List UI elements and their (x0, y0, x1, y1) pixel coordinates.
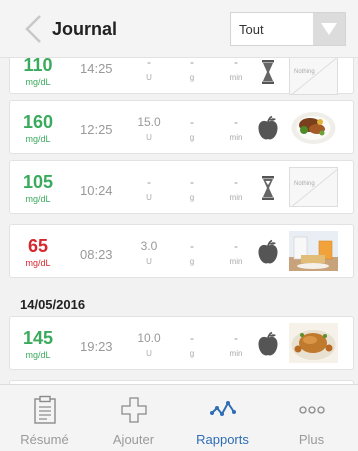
carbs-value: -g (189, 115, 195, 142)
activity-value: - min (229, 239, 243, 266)
hourglass-icon (262, 176, 274, 200)
insulin-value: -U (146, 58, 152, 82)
list-item[interactable]: 105 mg/dL 10:24 -U -g - min Nothing (9, 160, 354, 214)
glucose-reading: 160 mg/dL (22, 112, 54, 144)
roast-chicken-photo (289, 323, 338, 363)
carbs-value: -g (189, 58, 195, 82)
clipboard-icon (34, 395, 56, 424)
more-dots-icon (299, 406, 325, 414)
glucose-reading: 145 mg/dL (22, 328, 54, 360)
apple-icon (258, 115, 278, 140)
list-item[interactable]: 160 mg/dL 12:25 15.0 U -g - min (9, 100, 354, 154)
activity-value: - min (229, 115, 243, 142)
tab-label: Rapports (196, 432, 249, 447)
tab-rapports[interactable]: Rapports (178, 385, 267, 451)
insulin-value: 10.0 U (137, 331, 161, 358)
entry-time: 14:25 (80, 61, 113, 76)
tab-label: Ajouter (112, 432, 155, 447)
entry-photo[interactable] (289, 107, 338, 147)
date-separator: 14/05/2016 (20, 297, 86, 312)
activity-value: - min (229, 331, 243, 358)
meal-plate-photo (289, 107, 338, 147)
entry-photo[interactable]: Nothing (289, 167, 338, 207)
insulin-value: 15.0 U (137, 115, 161, 142)
carbs-value: -g (189, 331, 195, 358)
carbs-value: -g (189, 239, 195, 266)
filter-dropdown-toggle[interactable] (313, 13, 345, 45)
list-item[interactable]: 110 mg/dL 14:25 -U -g - min Nothing (9, 58, 354, 95)
activity-value: - min (229, 58, 243, 82)
entry-time: 10:24 (80, 183, 113, 198)
insulin-value: 3.0 U (140, 239, 158, 266)
chevron-down-icon (321, 23, 337, 35)
entry-time: 08:23 (80, 247, 113, 262)
entry-photo[interactable] (289, 323, 338, 363)
apple-icon (258, 239, 278, 264)
filter-dropdown[interactable]: Tout (230, 12, 346, 46)
insulin-value: -U (146, 175, 152, 202)
glucose-reading: 65 mg/dL (25, 236, 51, 268)
entry-time: 12:25 (80, 122, 113, 137)
tab-ajouter[interactable]: Ajouter (89, 385, 178, 451)
chart-line-icon (210, 401, 236, 416)
journal-list[interactable]: 110 mg/dL 14:25 -U -g - min Nothing 160 m… (0, 58, 358, 384)
hourglass-icon (262, 60, 274, 84)
tab-resume[interactable]: Résumé (0, 385, 89, 451)
activity-value: - min (229, 175, 243, 202)
breakfast-photo (289, 231, 338, 271)
entry-time: 19:23 (80, 339, 113, 354)
filter-selected-value: Tout (239, 22, 264, 37)
list-item[interactable]: 65 mg/dL 08:23 3.0 U -g - min (9, 224, 354, 278)
bottom-tab-bar: Résumé Ajouter Rapports Plus (0, 384, 358, 451)
entry-photo[interactable]: Nothing (289, 58, 338, 95)
carbs-value: -g (189, 175, 195, 202)
tab-plus[interactable]: Plus (267, 385, 356, 451)
entry-photo[interactable] (289, 231, 338, 271)
plus-icon (121, 397, 147, 423)
tab-label: Résumé (20, 432, 69, 447)
glucose-reading: 105 mg/dL (22, 172, 54, 204)
back-button[interactable] (22, 14, 46, 44)
chevron-left-icon (25, 15, 41, 43)
glucose-reading: 110 mg/dL (23, 58, 53, 87)
apple-icon (258, 331, 278, 356)
header-bar: Journal Tout (0, 0, 358, 58)
list-item[interactable]: 145 mg/dL 19:23 10.0 U -g - min (9, 316, 354, 370)
page-title: Journal (52, 19, 118, 39)
tab-label: Plus (298, 432, 325, 447)
